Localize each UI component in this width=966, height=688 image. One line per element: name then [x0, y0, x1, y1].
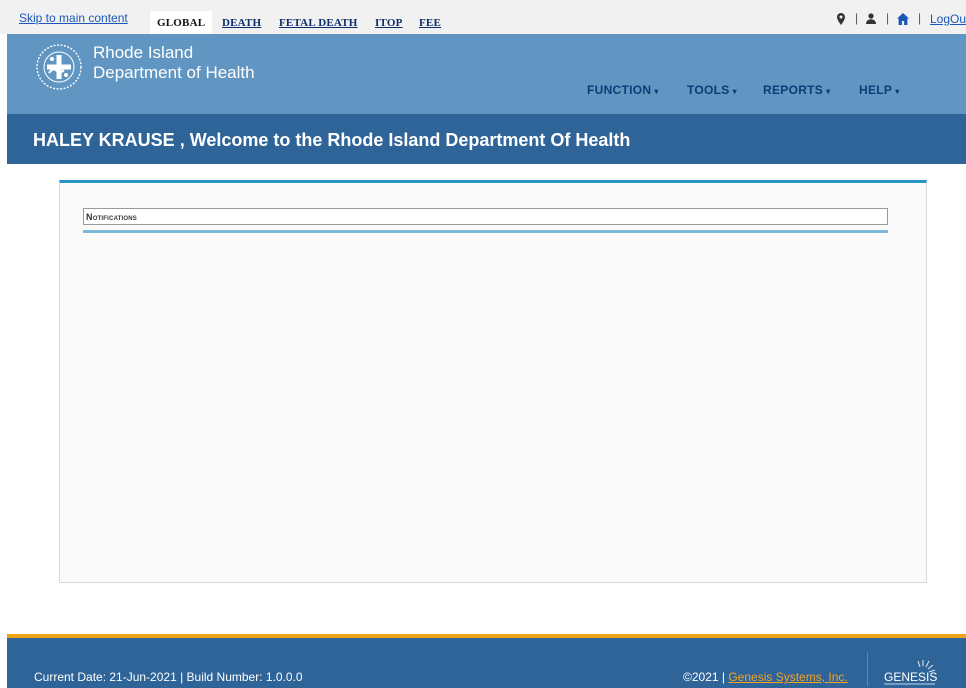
chevron-down-icon: ▾: [826, 87, 831, 96]
home-icon: [897, 12, 909, 25]
genesis-logo: GENESIS: [884, 660, 937, 685]
menu-label: HELP: [859, 83, 893, 97]
menu-tools[interactable]: TOOLS ▾: [687, 83, 737, 97]
genesis-systems-link[interactable]: Genesis Systems, Inc.: [728, 670, 847, 684]
menu-label: FUNCTION: [587, 83, 652, 97]
welcome-banner: HALEY KRAUSE , Welcome to the Rhode Isla…: [7, 114, 966, 164]
main-content-panel: Notifications: [59, 180, 927, 583]
notifications-header: Notifications: [83, 208, 888, 225]
separator: |: [886, 11, 890, 25]
home-button[interactable]: [897, 11, 909, 25]
footer-divider: [867, 652, 868, 686]
build-info: Current Date: 21-Jun-2021 | Build Number…: [34, 670, 303, 684]
copyright-info: ©2021 | Genesis Systems, Inc.: [683, 670, 848, 684]
chevron-down-icon: ▾: [732, 87, 737, 96]
skip-to-content-link[interactable]: Skip to main content: [19, 11, 128, 25]
brand-name-line2: Department of Health: [93, 63, 255, 82]
seal-logo: [36, 44, 82, 90]
copyright-text: ©2021 |: [683, 670, 725, 684]
tab-death[interactable]: DEATH: [222, 11, 261, 34]
chevron-down-icon: ▾: [895, 87, 900, 96]
separator: |: [918, 11, 922, 25]
top-utility-bar: Skip to main content GLOBAL DEATH FETAL …: [0, 0, 966, 34]
site-footer: Current Date: 21-Jun-2021 | Build Number…: [7, 634, 966, 688]
user-icon: [866, 13, 876, 25]
menu-label: REPORTS: [763, 83, 824, 97]
separator: |: [855, 11, 859, 25]
chevron-down-icon: ▾: [654, 87, 659, 96]
tab-global[interactable]: GLOBAL: [150, 11, 213, 34]
brand-name-line1: Rhode Island: [93, 43, 194, 62]
welcome-message: HALEY KRAUSE , Welcome to the Rhode Isla…: [33, 130, 631, 150]
menu-label: TOOLS: [687, 83, 730, 97]
menu-help[interactable]: HELP ▾: [859, 83, 900, 97]
notifications-divider: [83, 230, 888, 233]
tab-fetal-death[interactable]: FETAL DEATH: [279, 11, 358, 34]
map-marker-icon: [837, 12, 845, 25]
location-button[interactable]: [837, 11, 845, 25]
notifications-title: Notifications: [86, 212, 137, 222]
menu-function[interactable]: FUNCTION ▾: [587, 83, 659, 97]
site-header: Rhode Island Department of Health FUNCTI…: [7, 34, 966, 114]
tab-itop[interactable]: ITOP: [375, 11, 403, 34]
menu-reports[interactable]: REPORTS ▾: [763, 83, 830, 97]
genesis-logo-text: GENESIS: [884, 670, 937, 684]
logout-link[interactable]: LogOut: [930, 12, 966, 26]
tab-fee[interactable]: FEE: [419, 11, 441, 34]
user-button[interactable]: [866, 11, 876, 25]
